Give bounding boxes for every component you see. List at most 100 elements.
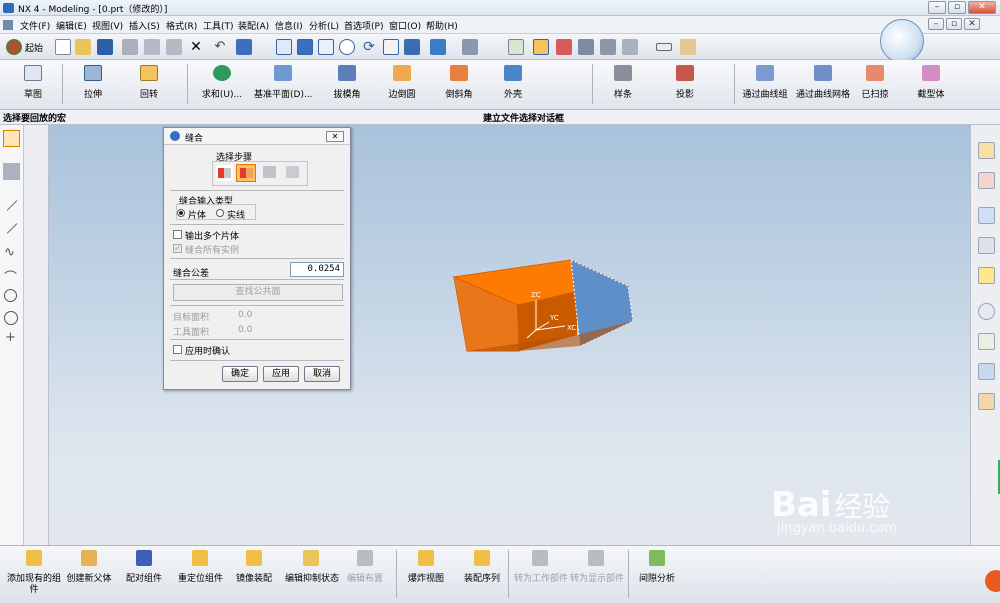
shell-button[interactable]: 外壳 [498,62,528,106]
make-work-part-button[interactable]: 转为工作部件 [514,550,568,585]
perspective-icon[interactable] [404,39,420,55]
part-navigator-icon[interactable] [978,172,995,189]
menu-analysis[interactable]: 分析(L) [309,19,339,32]
cut-icon[interactable] [122,39,138,55]
draft-button[interactable]: 拔模角 [332,62,362,106]
undo-icon[interactable]: ↶ [212,39,228,55]
system-materials-icon[interactable] [978,333,995,350]
make-displayed-part-button[interactable]: 转为显示部件 [570,550,624,585]
training-icon[interactable] [978,237,995,254]
section-body-button[interactable]: 截型体 [916,62,946,106]
tool-step-icon[interactable] [236,164,256,182]
start-button[interactable]: 起始 [25,41,43,54]
menu-help[interactable]: 帮助(H) [426,19,458,32]
exploded-view-button[interactable]: 爆炸视图 [408,550,444,585]
confirm-on-apply-checkbox[interactable] [173,345,182,354]
edit-suppression-button[interactable]: 编辑抑制状态 [285,550,339,585]
help-icon[interactable] [978,267,995,284]
select-tool-icon[interactable] [3,130,20,147]
circle-icon[interactable] [4,311,18,325]
restore-button[interactable]: ▫ [948,1,966,14]
swept-button[interactable]: 已扫掠 [860,62,890,106]
datum-plane-button[interactable]: 基准平面(D)... [254,62,313,106]
output-multiple-checkbox[interactable] [173,230,182,239]
zoom-icon[interactable] [339,39,355,55]
layer-icon[interactable] [508,39,524,55]
zoom-area-icon[interactable] [318,39,334,55]
open-folder-icon[interactable] [75,39,91,55]
menu-tools[interactable]: 工具(T) [203,19,234,32]
process-studio-icon[interactable] [978,363,995,380]
reuse-library-icon[interactable] [978,207,995,224]
menu-format[interactable]: 格式(R) [166,19,197,32]
close-button[interactable]: ✕ [968,1,996,14]
filter-tool-icon[interactable] [3,163,20,180]
arc-center-icon[interactable]: ⌒ [4,267,17,286]
new-file-icon[interactable] [55,39,71,55]
save-icon[interactable] [97,39,113,55]
menu-insert[interactable]: 插入(S) [129,19,160,32]
create-new-parent-button[interactable]: 创建新父体 [66,550,112,585]
wcs-origin-icon[interactable] [556,39,572,55]
target-step-icon[interactable] [216,165,233,181]
chamfer-button[interactable]: 倒斜角 [444,62,474,106]
doc-minimize-button[interactable]: – [928,18,944,30]
apply-button[interactable]: 应用 [263,366,299,382]
through-curve-mesh-button[interactable]: 通过曲线网格 [796,62,850,106]
roles-icon[interactable] [978,393,995,410]
tolerance-input[interactable]: 0.0254 [290,262,344,277]
through-curves-button[interactable]: 通过曲线组 [742,62,788,106]
solid-step-icon[interactable] [263,166,276,178]
minimize-button[interactable]: – [928,1,946,14]
measure-icon[interactable] [680,39,696,55]
doc-restore-button[interactable]: ▫ [946,18,962,30]
spline-button[interactable]: 样条 [608,62,638,106]
find-common-faces-button[interactable]: 查找公共面 [173,284,343,301]
render-style-icon[interactable] [430,39,446,55]
reposition-component-button[interactable]: 重定位组件 [178,550,223,585]
menu-info[interactable]: 信息(I) [275,19,303,32]
extrude-button[interactable]: 拉伸 [78,62,108,106]
dialog-close-button[interactable]: ✕ [326,131,344,142]
zoom-window-icon[interactable] [297,39,313,55]
fit-icon[interactable] [276,39,292,55]
sketch-button[interactable]: 草图 [18,62,48,106]
orient-view-icon[interactable] [462,39,478,55]
solid-tool-step-icon[interactable] [286,166,299,178]
snap-icon[interactable] [600,39,616,55]
select-icon[interactable] [236,39,252,55]
pan-icon[interactable] [383,39,399,55]
menu-assembly[interactable]: 装配(A) [238,19,269,32]
radio-solid[interactable] [216,209,224,217]
unite-button[interactable]: 求和(U)... [200,62,244,106]
menu-window[interactable]: 窗口(O) [389,19,421,32]
menu-view[interactable]: 视图(V) [92,19,123,32]
line-point-icon[interactable] [6,223,18,234]
history-icon[interactable] [978,303,995,320]
line-icon[interactable] [6,200,18,211]
mate-component-button[interactable]: 配对组件 [124,550,164,585]
menu-preferences[interactable]: 首选项(P) [344,19,383,32]
project-button[interactable]: 投影 [670,62,700,106]
edge-blend-button[interactable]: 边倒圆 [387,62,417,106]
filter-icon[interactable] [622,39,638,55]
revolve-button[interactable]: 回转 [134,62,164,106]
ok-button[interactable]: 确定 [222,366,258,382]
assembly-navigator-icon[interactable] [978,142,995,159]
rotate-icon[interactable]: ⟳ [361,39,377,55]
line-width-icon[interactable] [656,43,672,51]
circle-center-icon[interactable] [4,289,17,302]
point-tool-icon[interactable]: + [5,330,16,345]
mirror-assembly-button[interactable]: 镜像装配 [236,550,272,585]
paste-icon[interactable] [166,39,182,55]
sew-all-instances-checkbox[interactable]: ✓ [173,244,182,253]
doc-close-button[interactable]: ✕ [964,18,980,30]
radio-sheet[interactable] [177,209,185,217]
menu-edit[interactable]: 编辑(E) [56,19,87,32]
copy-icon[interactable] [144,39,160,55]
arc-icon[interactable]: ∿ [4,245,15,260]
edit-arrangement-button[interactable]: 编辑布置 [346,550,384,585]
wcs-icon[interactable] [533,39,549,55]
point-icon[interactable] [578,39,594,55]
delete-icon[interactable]: ✕ [188,39,204,55]
